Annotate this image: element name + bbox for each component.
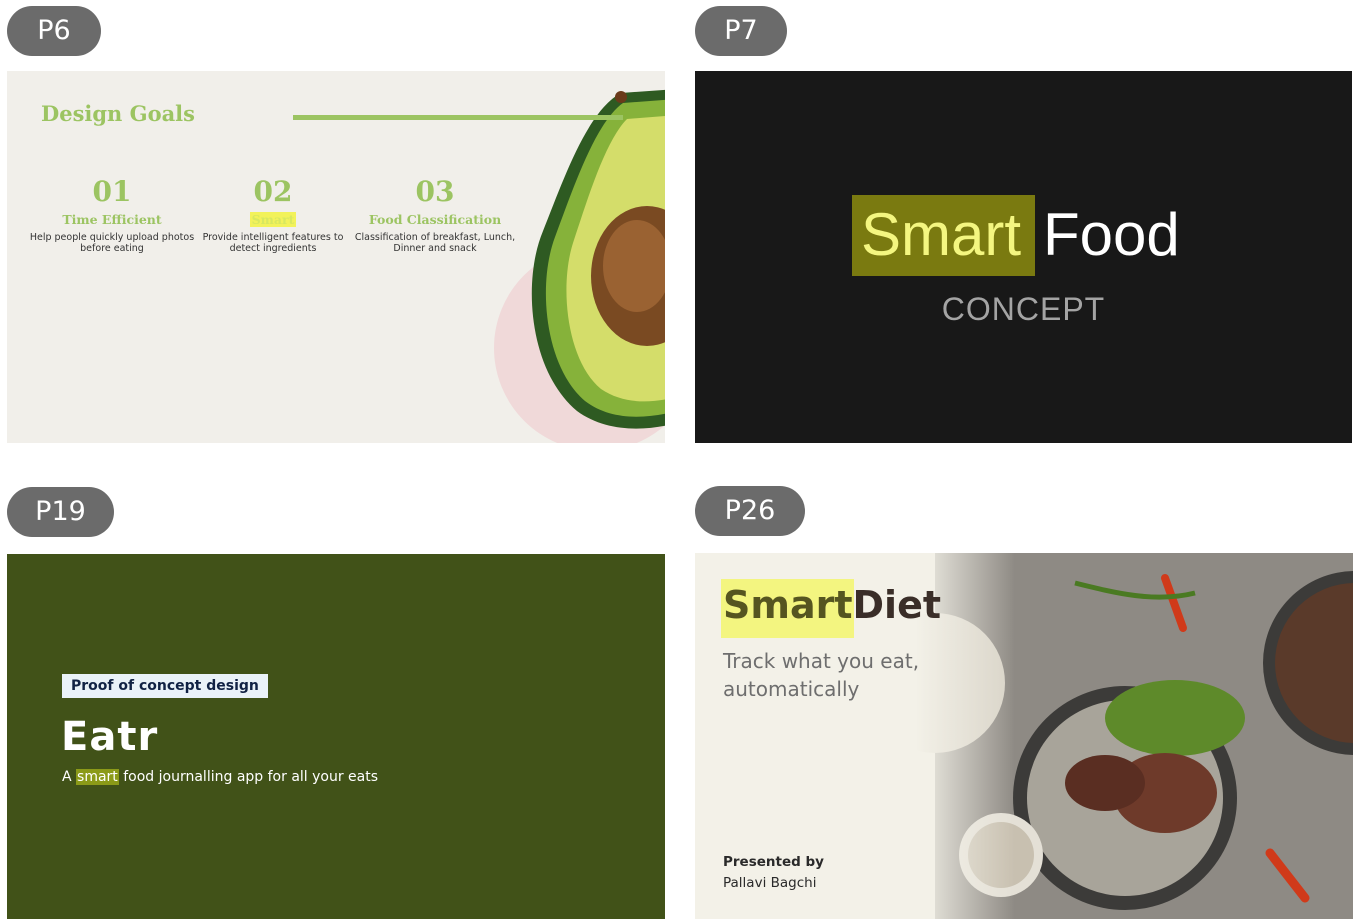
goal-item: 03 Food Classification Classification of… xyxy=(350,175,520,255)
slide-thumbnail-p7[interactable]: Smart Food CONCEPT xyxy=(695,71,1352,443)
author-name: Pallavi Bagchi xyxy=(723,875,817,891)
goal-desc-line: before eating xyxy=(80,243,144,254)
goal-description: Classification of breakfast, Lunch, Dinn… xyxy=(350,232,520,254)
app-subtitle: A smart food journalling app for all you… xyxy=(62,769,378,785)
goal-desc-line: Help people quickly upload photos xyxy=(29,232,195,243)
goal-desc-line: Dinner and snack xyxy=(393,243,477,254)
slide-label-p6: P6 xyxy=(7,6,101,56)
subtitle-highlight: smart xyxy=(76,769,119,785)
goal-item: 02 Smart Provide intelligent features to… xyxy=(188,175,358,255)
goal-desc-line: Provide intelligent features to xyxy=(202,232,344,243)
lettuce xyxy=(1105,680,1245,756)
app-name: Eatr xyxy=(61,714,159,760)
slide-thumbnail-p6[interactable]: Design Goals 01 Time Efficient Help peop… xyxy=(7,71,665,443)
goal-item: 01 Time Efficient Help people quickly up… xyxy=(27,175,197,255)
title-part-diet: Diet xyxy=(852,583,942,627)
presented-by-label: Presented by xyxy=(723,854,824,870)
slide-label-p26: P26 xyxy=(695,486,805,536)
title-rule xyxy=(293,115,623,120)
tagline: Track what you eat, automatically xyxy=(723,649,920,701)
goal-number: 01 xyxy=(92,175,132,208)
slide-thumbnail-p26[interactable]: SmartDiet Track what you eat, automatica… xyxy=(695,553,1353,919)
subtitle-prefix: A xyxy=(62,769,77,785)
title-word-food: Food xyxy=(1043,201,1180,268)
goal-description: Help people quickly upload photos before… xyxy=(27,232,197,254)
slide-subtitle: CONCEPT xyxy=(941,291,1106,327)
goal-description: Provide intelligent features to detect i… xyxy=(188,232,358,254)
slide-thumbnail-p19[interactable]: Proof of concept design Eatr A smart foo… xyxy=(7,554,665,919)
slide-title: SmartDiet xyxy=(723,583,941,627)
avocado-stem xyxy=(615,91,627,103)
steak-slice xyxy=(1065,755,1145,811)
avocado-illustration xyxy=(494,89,665,443)
goal-number: 03 xyxy=(415,175,455,208)
goal-name: Time Efficient xyxy=(62,212,162,227)
goal-desc-line: Classification of breakfast, Lunch, xyxy=(354,232,516,243)
subtitle-suffix: food journalling app for all your eats xyxy=(118,769,379,785)
title-part-smart: Smart xyxy=(723,583,853,627)
title-word-smart: Smart xyxy=(861,201,1022,268)
slide-title: Design Goals xyxy=(41,101,195,126)
goal-name: Smart xyxy=(249,212,297,227)
slide-label-p7: P7 xyxy=(695,6,787,56)
goal-desc-line: detect ingredients xyxy=(229,243,317,254)
slide-label-p19: P19 xyxy=(7,487,114,537)
tag-label: Proof of concept design xyxy=(62,674,268,698)
goal-number: 02 xyxy=(253,175,293,208)
goal-name: Food Classification xyxy=(368,212,502,227)
